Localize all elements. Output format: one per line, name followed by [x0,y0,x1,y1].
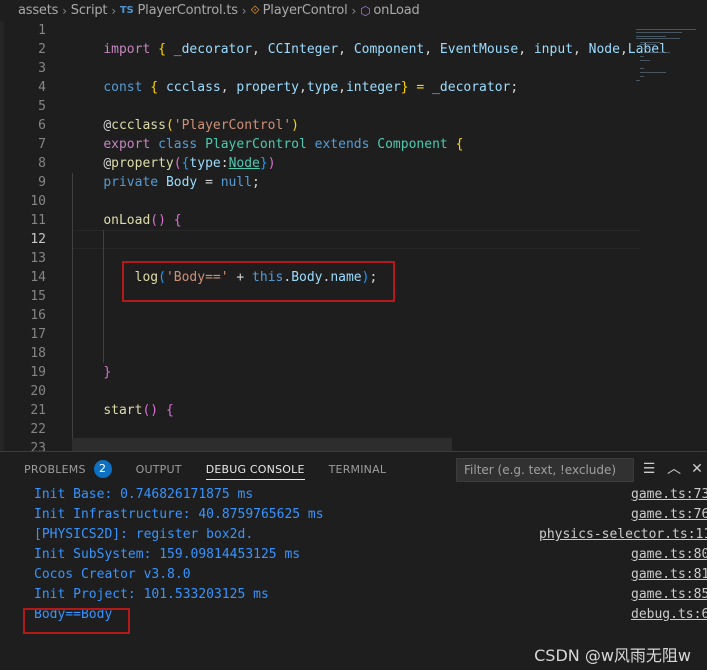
line-number: 3 [38,61,46,76]
line-number: 23 [30,441,46,451]
chevron-right-icon: › [241,3,247,18]
line-number: 19 [30,365,46,380]
tab-terminal-label: TERMINAL [328,462,387,476]
chevron-right-icon: › [351,3,357,18]
line-number: 8 [38,156,46,171]
line-number: 18 [30,346,46,361]
watermark: CSDN @w风雨无阻w [534,646,691,665]
line-number: 21 [30,403,46,418]
close-icon[interactable]: ✕ [688,460,706,478]
console-log-line: Init Infrastructure: 40.8759765625 ms [34,507,324,522]
line-number: 11 [30,213,46,228]
line-number: 1 [38,23,46,38]
tab-problems[interactable]: PROBLEMS 2 [24,452,112,486]
log-source-link[interactable]: game.ts:81 [631,567,707,582]
problems-count-badge: 2 [93,460,112,478]
line-number: 22 [30,422,46,437]
chevron-right-icon: › [111,3,116,18]
line-number: 14 [30,270,46,285]
bottom-panel: PROBLEMS 2 OUTPUT DEBUG CONSOLE TERMINAL… [0,451,707,670]
code-line-5: @ccclass('PlayerControl') [103,118,299,133]
log-source-link[interactable]: game.ts:85 [631,587,707,602]
panel-tabs: PROBLEMS 2 OUTPUT DEBUG CONSOLE TERMINAL [0,452,386,486]
code-editor[interactable]: 1 2 3 4 5 6 7 8 9 10 11 12 13 14 15 16 1… [0,21,707,451]
code-line-19: } [103,365,112,380]
code-line-21: start() { [103,403,174,418]
line-number: 13 [30,251,46,266]
clear-console-icon[interactable]: ☰ [640,460,658,478]
log-source-link[interactable]: game.ts:76 [631,507,707,522]
line-number-active: 12 [30,232,46,247]
code-line-11: onLoad() { [103,213,182,228]
output-highlight-box [23,608,130,634]
typescript-file-icon: TS [119,5,134,16]
chevron-up-icon[interactable]: ︿ [665,460,683,478]
code-line-9: private Body = null; [103,175,260,190]
line-number: 15 [30,289,46,304]
breadcrumb-file[interactable]: PlayerControl.ts [138,3,238,18]
line-number: 10 [30,194,46,209]
tab-debug-console-label: DEBUG CONSOLE [205,462,305,476]
log-source-link[interactable]: game.ts:80 [631,547,707,562]
console-log-line: Init Base: 0.746826171875 ms [34,487,254,502]
breadcrumb-class[interactable]: PlayerControl [263,3,348,18]
code-line-8: @property({type:Node}) [103,156,276,171]
console-log-line: Init Project: 101.533203125 ms [34,587,269,602]
tab-problems-label: PROBLEMS [24,462,86,476]
line-number: 4 [38,80,46,95]
tab-terminal[interactable]: TERMINAL [329,452,387,486]
line-number: 6 [38,118,46,133]
tab-output-label: OUTPUT [135,462,182,476]
line-number: 7 [38,137,46,152]
tab-output[interactable]: OUTPUT [136,452,182,486]
line-number: 5 [38,99,46,114]
code-line-3: const { ccclass, property,type,integer} … [103,80,519,95]
console-log-line: Init SubSystem: 159.09814453125 ms [34,547,301,562]
code-line-1: import { _decorator, CCInteger, Componen… [103,42,667,57]
breadcrumb: assets › Script › TS PlayerControl.ts › … [0,0,707,21]
log-source-link[interactable]: debug.ts:6 [631,607,707,622]
breadcrumb-script[interactable]: Script [71,3,108,18]
log-source-link[interactable]: game.ts:73 [631,487,707,502]
line-number: 2 [38,42,46,57]
console-log-line: [PHYSICS2D]: register box2d. [34,527,254,542]
class-icon: ⟐ [250,3,260,17]
line-number: 20 [30,384,46,399]
log-source-link[interactable]: physics-selector.ts:11 [539,527,707,542]
line-number: 16 [30,308,46,323]
indent-guide [103,230,104,363]
debug-filter-input[interactable] [456,458,634,482]
code-highlight-box [122,261,395,302]
chevron-right-icon: › [62,3,67,18]
line-number: 17 [30,327,46,342]
code-line-6: export class PlayerControl extends Compo… [103,137,464,152]
tab-debug-console[interactable]: DEBUG CONSOLE [205,452,305,486]
horizontal-scrollbar[interactable] [72,438,452,451]
line-number: 9 [38,175,46,190]
minimap[interactable] [636,29,702,109]
breadcrumb-method[interactable]: onLoad [373,3,419,18]
breadcrumb-assets[interactable]: assets [18,3,58,18]
console-log-line: Cocos Creator v3.8.0 [34,567,191,582]
method-icon: ⬡ [360,3,371,18]
